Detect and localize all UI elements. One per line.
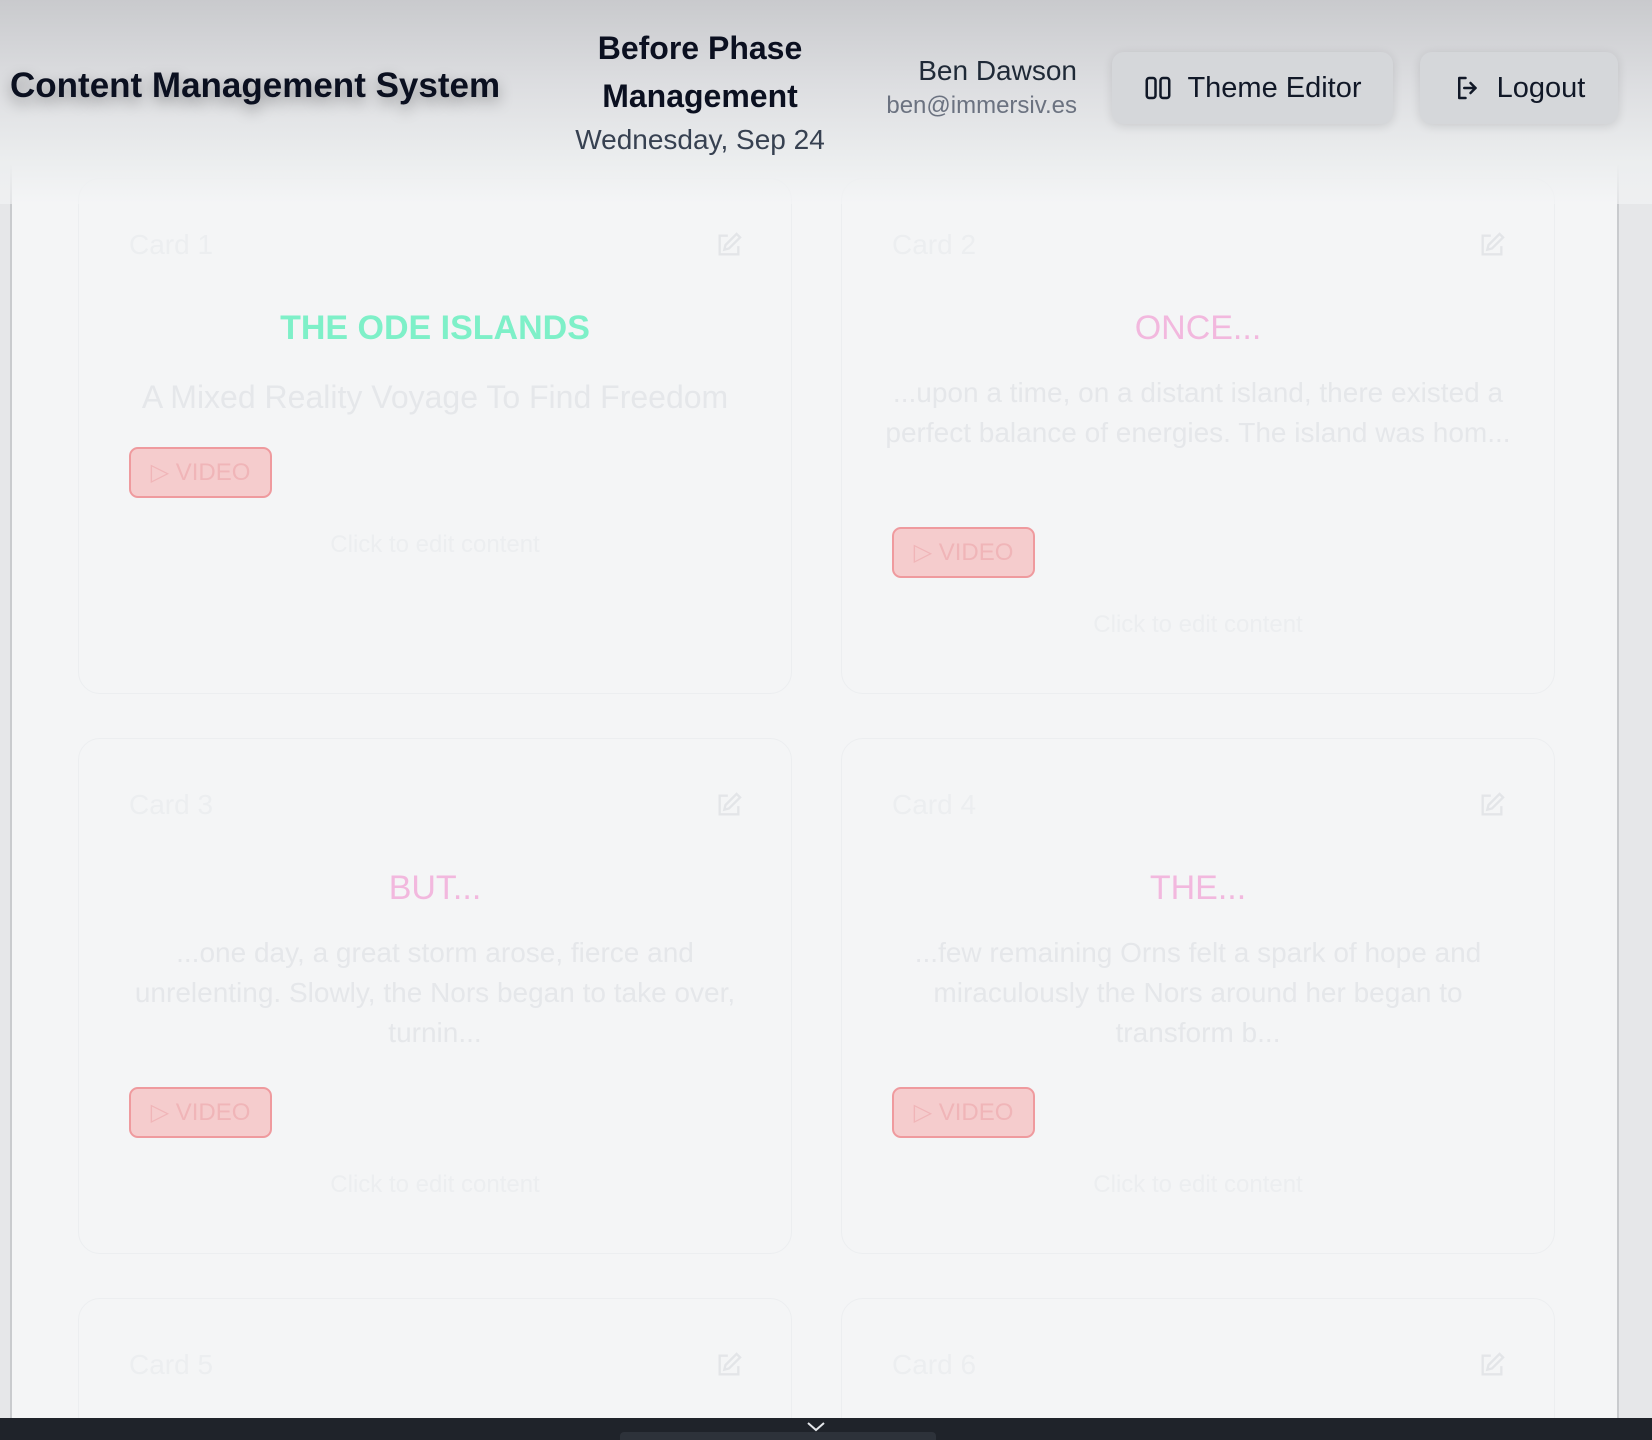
card-heading: BUT...	[388, 869, 482, 907]
user-name: Ben Dawson	[918, 55, 1077, 86]
content-card-2[interactable]: Card 2 ONCE... ...upon a time, on a dist…	[841, 178, 1555, 694]
edit-icon[interactable]	[715, 791, 743, 819]
edit-icon[interactable]	[1478, 1351, 1506, 1379]
card-heading: THE ODE ISLANDS	[280, 309, 590, 347]
card-body: ...few remaining Orns felt a spark of ho…	[914, 937, 1482, 1048]
card-label: Card 3	[129, 789, 214, 820]
content-card-4[interactable]: Card 4 THE... ...few remaining Orns felt…	[841, 738, 1555, 1254]
edit-icon[interactable]	[1478, 791, 1506, 819]
card-label: Card 4	[892, 789, 977, 820]
edit-icon[interactable]	[715, 231, 743, 259]
card-heading: ONCE...	[1134, 309, 1262, 347]
card-label: Card 2	[892, 229, 977, 260]
content-card-3[interactable]: Card 3 BUT... ...one day, a great storm …	[78, 738, 792, 1254]
page-title: Before Phase Management	[597, 30, 803, 114]
app-header: Content Management System Before Phase M…	[0, 0, 1652, 204]
video-badge[interactable]: ▷ VIDEO	[892, 527, 1035, 578]
card-heading: THE...	[1149, 869, 1247, 907]
theme-editor-label: Theme Editor	[1187, 71, 1362, 104]
main-panel: Card 1 THE ODE ISLANDS A Mixed Reality V…	[10, 0, 1619, 1440]
app-title: Content Management System	[10, 66, 501, 105]
card-label: Card 1	[129, 229, 214, 260]
logout-button[interactable]: Logout	[1420, 52, 1618, 124]
card-label: Card 5	[129, 1349, 214, 1380]
card-label: Card 6	[892, 1349, 977, 1380]
video-badge[interactable]: ▷ VIDEO	[129, 447, 272, 498]
edit-icon[interactable]	[1478, 231, 1506, 259]
bottom-handle[interactable]	[620, 1432, 936, 1440]
bottom-bar	[0, 1418, 1652, 1440]
columns-icon	[1145, 76, 1171, 100]
theme-editor-button[interactable]: Theme Editor	[1112, 52, 1393, 124]
phase-title-block: Before Phase Management Wednesday, Sep 2…	[560, 24, 840, 160]
video-badge[interactable]: ▷ VIDEO	[892, 1087, 1035, 1138]
edit-content-hint[interactable]: Click to edit content	[842, 1171, 1554, 1199]
logout-icon	[1457, 76, 1477, 100]
edit-content-hint[interactable]: Click to edit content	[842, 611, 1554, 639]
card-body: ...upon a time, on a distant island, the…	[885, 377, 1511, 448]
card-body: A Mixed Reality Voyage To Find Freedom	[141, 379, 729, 415]
page-date: Wednesday, Sep 24	[575, 124, 825, 155]
logout-label: Logout	[1496, 71, 1586, 104]
edit-content-hint[interactable]: Click to edit content	[79, 531, 791, 559]
card-body: ...one day, a great storm arose, fierce …	[134, 937, 736, 1048]
user-info: Ben Dawson ben@immersiv.es	[886, 54, 1077, 124]
edit-content-hint[interactable]: Click to edit content	[79, 1171, 791, 1199]
content-card-1[interactable]: Card 1 THE ODE ISLANDS A Mixed Reality V…	[78, 178, 792, 694]
edit-icon[interactable]	[715, 1351, 743, 1379]
video-badge[interactable]: ▷ VIDEO	[129, 1087, 272, 1138]
user-email: ben@immersiv.es	[886, 92, 1077, 119]
